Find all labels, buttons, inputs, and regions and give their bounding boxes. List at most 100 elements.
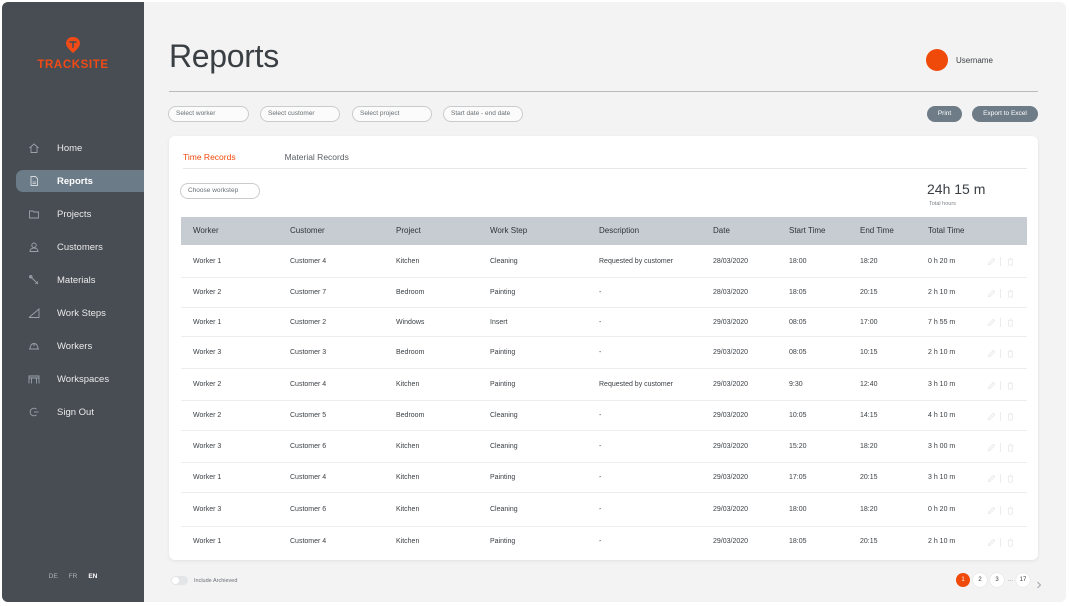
page-button[interactable]: 2 [973, 573, 987, 587]
column-header[interactable]: Customer [290, 217, 325, 245]
tabs-divider [183, 168, 1027, 169]
export-excel-button[interactable]: Export to Excel [972, 106, 1038, 122]
tab-time-records[interactable]: Time Records [183, 152, 236, 162]
table-row[interactable]: Worker 2 Customer 5 Bedroom Cleaning - 29/03/… [181, 401, 1027, 431]
brand-logo[interactable]: TRACKSITE [2, 36, 144, 71]
tab-material-records[interactable]: Material Records [285, 152, 349, 162]
row-actions [986, 369, 1015, 401]
trash-icon[interactable] [1005, 505, 1015, 515]
column-header[interactable]: Total Time [928, 217, 964, 245]
column-header[interactable]: Description [599, 217, 639, 245]
cell-start-time: 15:20 [789, 443, 807, 450]
edit-icon[interactable] [986, 257, 996, 267]
select-project-dropdown[interactable]: Select project [352, 106, 432, 122]
column-header[interactable]: Start Time [789, 217, 825, 245]
column-header[interactable]: Work Step [490, 217, 527, 245]
cell-start-time: 08:05 [789, 349, 807, 356]
sidebar-item-materials[interactable]: Materials [16, 269, 144, 291]
column-header[interactable]: Date [713, 217, 730, 245]
sidebar-nav: Home Reports Projects Customers Material… [2, 137, 144, 434]
document-icon [28, 175, 40, 187]
user-menu[interactable]: Username [926, 49, 993, 71]
edit-icon[interactable] [986, 537, 996, 547]
cell-end-time: 20:15 [860, 474, 878, 481]
page-button-last[interactable]: 17 [1016, 573, 1031, 587]
sidebar-item-customers[interactable]: Customers [16, 236, 144, 258]
cell-total-time: 2 h 10 m [928, 349, 956, 356]
row-actions [986, 308, 1015, 337]
cell-customer: Customer 2 [290, 319, 327, 326]
cell-customer: Customer 4 [290, 538, 327, 545]
table-row[interactable]: Worker 3 Customer 6 Kitchen Cleaning - 29/03/… [181, 431, 1027, 463]
trash-icon[interactable] [1005, 537, 1015, 547]
trash-icon[interactable] [1005, 257, 1015, 267]
select-worker-dropdown[interactable]: Select worker [168, 106, 249, 122]
column-header[interactable]: End Time [860, 217, 894, 245]
trash-icon[interactable] [1005, 380, 1015, 390]
edit-icon[interactable] [986, 348, 996, 358]
cell-worker: Worker 1 [193, 319, 222, 326]
edit-icon[interactable] [986, 442, 996, 452]
language-en[interactable]: EN [88, 573, 97, 580]
language-de[interactable]: DE [49, 573, 58, 580]
cell-start-time: 10:05 [789, 412, 807, 419]
table-row[interactable]: Worker 3 Customer 3 Bedroom Painting - 29/03/… [181, 337, 1027, 369]
page-button[interactable]: 1 [956, 573, 970, 587]
column-header[interactable]: Project [396, 217, 421, 245]
cell-customer: Customer 4 [290, 381, 327, 388]
edit-icon[interactable] [986, 505, 996, 515]
trash-icon[interactable] [1005, 318, 1015, 328]
cell-project: Kitchen [396, 506, 420, 513]
sidebar-item-workspaces[interactable]: Workspaces [16, 368, 144, 390]
select-customer-dropdown[interactable]: Select customer [260, 106, 340, 122]
include-archived-toggle[interactable] [171, 576, 188, 585]
table-row[interactable]: Worker 3 Customer 6 Kitchen Cleaning - 29/03/… [181, 493, 1027, 527]
edit-icon[interactable] [986, 473, 996, 483]
cell-date: 28/03/2020 [713, 258, 749, 265]
table-row[interactable]: Worker 1 Customer 4 Kitchen Painting - 29/03/… [181, 527, 1027, 557]
table-row[interactable]: Worker 1 Customer 4 Kitchen Painting - 29/03/… [181, 463, 1027, 493]
edit-icon[interactable] [986, 411, 996, 421]
cell-project: Kitchen [396, 381, 420, 388]
table-row[interactable]: Worker 1 Customer 2 Windows Insert - 29/03/20… [181, 308, 1027, 337]
sidebar-item-work-steps[interactable]: Work Steps [16, 302, 144, 324]
cell-description: - [599, 412, 602, 419]
sidebar-item-reports[interactable]: Reports [16, 170, 144, 192]
row-actions [986, 245, 1015, 278]
trash-icon[interactable] [1005, 411, 1015, 421]
cell-description: Requested by customer [599, 381, 673, 388]
sidebar-item-label: Projects [57, 208, 92, 220]
table-row[interactable]: Worker 2 Customer 7 Bedroom Painting - 28/03/… [181, 278, 1027, 308]
trash-icon[interactable] [1005, 473, 1015, 483]
avatar[interactable] [926, 49, 948, 71]
page-button[interactable]: 3 [990, 573, 1004, 587]
cell-end-time: 18:20 [860, 258, 878, 265]
edit-icon[interactable] [986, 318, 996, 328]
trash-icon[interactable] [1005, 442, 1015, 452]
table-row[interactable]: Worker 1 Customer 4 Kitchen Cleaning Request… [181, 245, 1027, 278]
edit-icon[interactable] [986, 288, 996, 298]
sidebar-item-workers[interactable]: Workers [16, 335, 144, 357]
cell-date: 29/03/2020 [713, 506, 749, 513]
edit-icon[interactable] [986, 380, 996, 390]
building-icon [28, 373, 40, 385]
date-range-picker[interactable]: Start date - end date [443, 106, 523, 122]
cell-date: 29/03/2020 [713, 474, 749, 481]
column-header[interactable]: Worker [193, 217, 219, 245]
sidebar-item-sign-out[interactable]: Sign Out [16, 401, 144, 423]
trash-icon[interactable] [1005, 288, 1015, 298]
table-row[interactable]: Worker 2 Customer 4 Kitchen Painting Request… [181, 369, 1027, 401]
sidebar-item-home[interactable]: Home [16, 137, 144, 159]
language-fr[interactable]: FR [69, 573, 78, 580]
username[interactable]: Username [956, 56, 993, 65]
action-separator [1000, 505, 1001, 515]
cell-worker: Worker 2 [193, 412, 222, 419]
chevron-right-icon[interactable] [1035, 576, 1043, 589]
cell-start-time: 18:00 [789, 258, 807, 265]
cell-work-step: Cleaning [490, 506, 518, 513]
sidebar-item-projects[interactable]: Projects [16, 203, 144, 225]
cell-description: - [599, 319, 602, 326]
print-button[interactable]: Print [927, 106, 962, 122]
trash-icon[interactable] [1005, 348, 1015, 358]
choose-workstep-dropdown[interactable]: Choose workstep [180, 183, 260, 199]
